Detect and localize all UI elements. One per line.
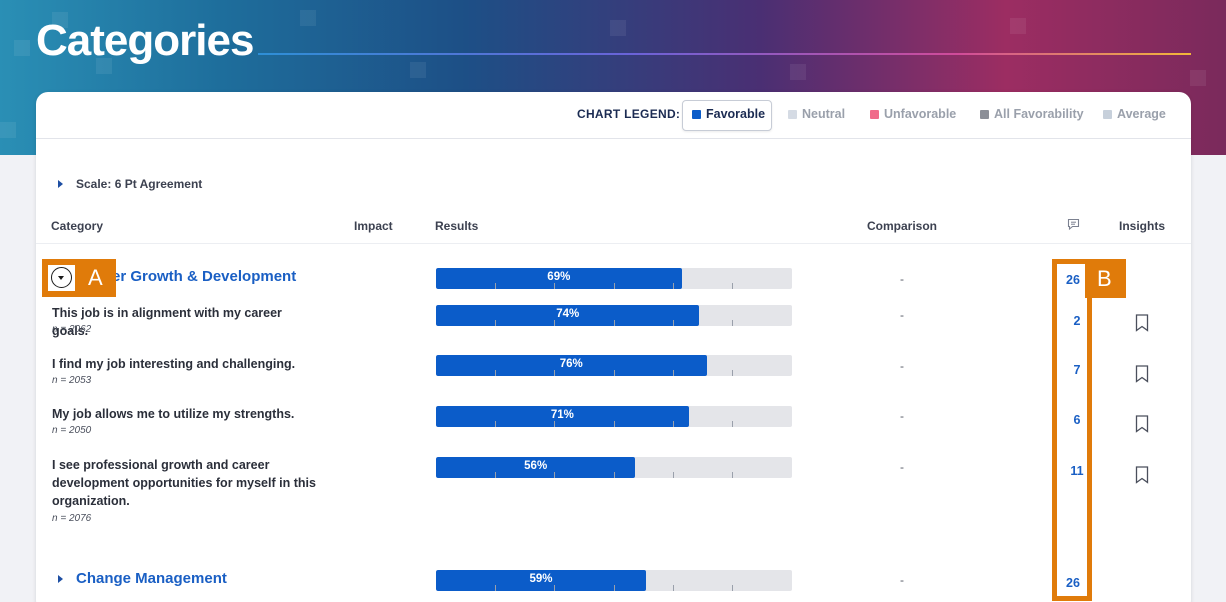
bar-tick	[732, 421, 733, 427]
title-divider	[258, 53, 1191, 55]
bar-tick	[495, 472, 496, 478]
question-sample-size: n = 2062	[52, 324, 92, 335]
legend-label: CHART LEGEND:	[577, 107, 681, 121]
results-bar-label: 56%	[524, 460, 548, 472]
legend-item-label: Favorable	[706, 107, 766, 121]
bar-tick	[732, 370, 733, 376]
bar-tick	[614, 472, 615, 478]
bar-tick	[732, 585, 733, 591]
bar-tick	[554, 585, 555, 591]
results-bar-label: 76%	[559, 358, 583, 370]
results-bar-track: 59%	[436, 570, 792, 591]
legend-item-all-favorability[interactable]: All Favorability	[980, 107, 1084, 121]
comparison-value: -	[900, 359, 904, 373]
comment-icon	[1067, 218, 1080, 234]
bar-tick	[673, 421, 674, 427]
comparison-value: -	[900, 460, 904, 474]
bar-tick	[495, 585, 496, 591]
legend-item-label: All Favorability	[994, 107, 1084, 121]
average-swatch-icon	[1103, 109, 1112, 119]
question-text: This job is in alignment with my career …	[52, 306, 282, 338]
results-bar-track: 69%	[436, 268, 792, 289]
comparison-value: -	[900, 272, 904, 286]
legend-item-favorable[interactable]: Favorable	[692, 107, 765, 121]
question-text: I see professional growth and career dev…	[52, 458, 316, 508]
results-bar-track: 74%	[436, 305, 792, 326]
bookmark-icon[interactable]	[1135, 415, 1149, 433]
results-bar-label: 59%	[529, 573, 553, 585]
results-bar-track: 71%	[436, 406, 792, 427]
legend-item-unfavorable[interactable]: Unfavorable	[870, 107, 956, 121]
legend-item-label: Neutral	[802, 107, 846, 121]
all-favorability-swatch-icon	[980, 109, 989, 119]
bookmark-icon[interactable]	[1135, 314, 1149, 332]
legend-item-average[interactable]: Average	[1103, 107, 1166, 121]
bar-tick	[495, 421, 496, 427]
bar-tick	[495, 370, 496, 376]
results-bar-track: 56%	[436, 457, 792, 478]
question-text: My job allows me to utilize my strengths…	[52, 407, 295, 421]
annotation-a-label: A	[88, 265, 103, 290]
comparison-value: -	[900, 308, 904, 322]
bar-tick	[614, 320, 615, 326]
bookmark-icon[interactable]	[1135, 466, 1149, 484]
results-bar-label: 74%	[556, 308, 580, 320]
scale-toggle[interactable]: Scale: 6 Pt Agreement	[58, 177, 202, 191]
chevron-down-icon	[58, 276, 64, 280]
bar-tick	[554, 320, 555, 326]
bar-tick	[614, 585, 615, 591]
bar-tick	[554, 421, 555, 427]
column-header-comparison: Comparison	[867, 219, 938, 233]
bar-tick	[732, 320, 733, 326]
caret-right-icon	[58, 575, 63, 583]
question-sample-size: n = 2050	[52, 425, 92, 436]
unfavorable-swatch-icon	[870, 109, 879, 119]
bar-tick	[673, 585, 674, 591]
bar-tick	[554, 472, 555, 478]
neutral-swatch-icon	[788, 109, 797, 119]
bar-tick	[495, 320, 496, 326]
category-title-change-management[interactable]: Change Management	[76, 570, 227, 587]
chart-legend: CHART LEGEND: Favorable Neutral Unfavora…	[36, 92, 1191, 139]
legend-item-label: Average	[1117, 107, 1166, 121]
bar-tick	[673, 370, 674, 376]
annotation-b-label: B	[1097, 266, 1112, 291]
comparison-value: -	[900, 573, 904, 587]
column-header-impact: Impact	[354, 219, 393, 233]
comparison-value: -	[900, 409, 904, 423]
scale-label: Scale: 6 Pt Agreement	[76, 177, 203, 191]
caret-right-icon	[58, 180, 63, 188]
column-header-insights: Insights	[1119, 219, 1166, 233]
annotation-b-frame	[1052, 259, 1092, 601]
legend-item-neutral[interactable]: Neutral	[788, 107, 845, 121]
question-text: I find my job interesting and challengin…	[52, 357, 296, 371]
bar-tick	[495, 283, 496, 289]
bar-tick	[614, 421, 615, 427]
bar-tick	[554, 283, 555, 289]
column-header-results: Results	[435, 219, 479, 233]
bar-tick	[732, 472, 733, 478]
favorable-swatch-icon	[692, 109, 701, 119]
bar-tick	[732, 283, 733, 289]
question-sample-size: n = 2076	[52, 513, 92, 524]
bar-tick	[614, 283, 615, 289]
results-bar-label: 69%	[547, 271, 571, 283]
bar-tick	[614, 370, 615, 376]
results-bar-label: 71%	[550, 409, 574, 421]
header-divider	[36, 243, 1191, 244]
bar-tick	[673, 283, 674, 289]
categories-card: CHART LEGEND: Favorable Neutral Unfavora…	[36, 92, 1191, 602]
legend-item-label: Unfavorable	[884, 107, 957, 121]
category-title-growth[interactable]: er Growth & Development	[112, 268, 296, 285]
bar-tick	[554, 370, 555, 376]
category-expand-toggle[interactable]	[58, 575, 63, 583]
bar-tick	[673, 320, 674, 326]
question-sample-size: n = 2053	[52, 375, 92, 386]
bookmark-icon[interactable]	[1135, 365, 1149, 383]
column-header-category: Category	[51, 219, 104, 233]
bar-tick	[673, 472, 674, 478]
page-title: Categories	[36, 16, 254, 65]
results-bar-track: 76%	[436, 355, 792, 376]
